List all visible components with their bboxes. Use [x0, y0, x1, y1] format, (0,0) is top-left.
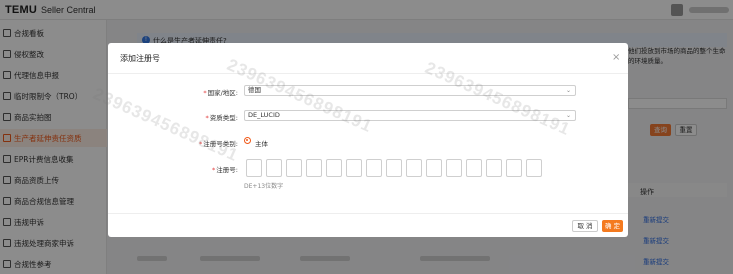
- reg-char-input[interactable]: [306, 159, 322, 177]
- qualification-type-label: *资质类型:: [205, 114, 238, 122]
- registration-number-label: *注册号:: [212, 166, 238, 174]
- close-icon[interactable]: ×: [612, 52, 620, 63]
- divider: [108, 213, 628, 214]
- registration-type-label: *注册号类别:: [199, 140, 238, 148]
- reg-char-input[interactable]: [266, 159, 282, 177]
- add-registration-dialog: 添加注册号 × *国家/地区: 德国 ⌄ *资质类型: DE_LUCID ⌄ *注册…: [108, 43, 628, 237]
- reg-char-input[interactable]: [486, 159, 502, 177]
- confirm-button[interactable]: 确 定: [602, 220, 623, 232]
- reg-char-input[interactable]: [446, 159, 462, 177]
- registration-number-hint: DE+13位数字: [244, 183, 284, 190]
- cancel-button[interactable]: 取 消: [572, 220, 598, 232]
- dialog-title: 添加注册号: [120, 54, 160, 63]
- required-mark: *: [205, 114, 209, 122]
- required-mark: *: [199, 140, 203, 148]
- reg-char-input[interactable]: [286, 159, 302, 177]
- chevron-down-icon: ⌄: [565, 112, 571, 119]
- reg-char-input[interactable]: [426, 159, 442, 177]
- required-mark: *: [203, 89, 207, 97]
- reg-char-input[interactable]: [506, 159, 522, 177]
- reg-char-input[interactable]: [386, 159, 402, 177]
- qualification-type-select[interactable]: DE_LUCID ⌄: [244, 110, 576, 121]
- country-select[interactable]: 德国 ⌄: [244, 85, 576, 96]
- reg-char-input[interactable]: [466, 159, 482, 177]
- reg-char-input[interactable]: [406, 159, 422, 177]
- registration-type-radio[interactable]: [244, 137, 251, 144]
- required-mark: *: [212, 166, 216, 174]
- chevron-down-icon: ⌄: [565, 87, 571, 94]
- radio-label[interactable]: 主体: [255, 138, 268, 148]
- reg-char-input[interactable]: [366, 159, 382, 177]
- divider: [108, 73, 628, 74]
- reg-char-input[interactable]: [526, 159, 542, 177]
- reg-char-input[interactable]: [246, 159, 262, 177]
- reg-char-input[interactable]: [326, 159, 342, 177]
- country-label: *国家/地区:: [203, 89, 238, 97]
- reg-char-input[interactable]: [346, 159, 362, 177]
